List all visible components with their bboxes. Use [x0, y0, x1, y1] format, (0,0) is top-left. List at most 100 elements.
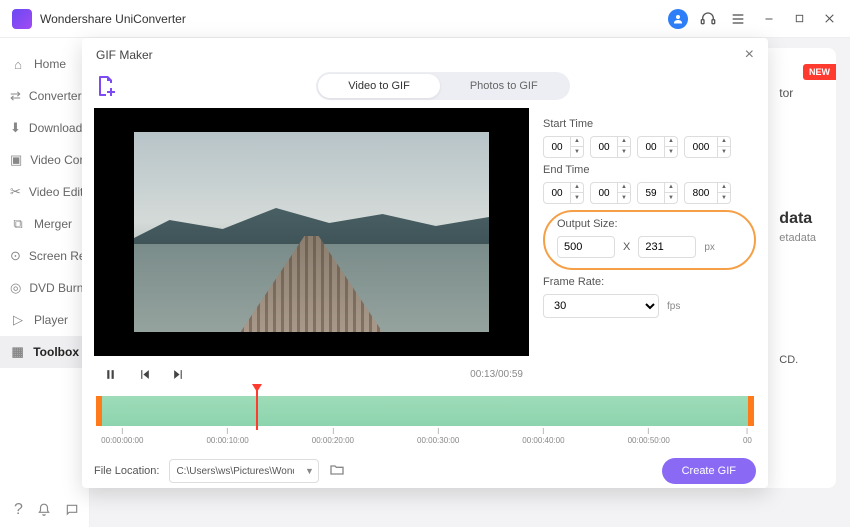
sidebar-item-toolbox[interactable]: ▦Toolbox — [0, 336, 89, 368]
bg-fragment: tor — [779, 86, 816, 100]
sidebar-item-dvd[interactable]: ◎DVD Burner — [0, 272, 89, 304]
step-down[interactable]: ▼ — [618, 193, 630, 204]
end-seconds-input[interactable] — [638, 188, 664, 199]
end-hours[interactable]: ▲▼ — [543, 182, 584, 204]
pause-button[interactable] — [100, 364, 120, 384]
sidebar: ⌂Home ⇄ Converter ⬇ Downloader ▣Video Comp… — [0, 38, 90, 527]
sidebar-item-player[interactable]: ▷ Player — [0, 304, 89, 336]
end-seconds[interactable]: ▲▼ — [637, 182, 678, 204]
ruler-tick: 00:00:30:00 — [417, 428, 459, 445]
maximize-button[interactable] — [790, 10, 808, 28]
step-down[interactable]: ▼ — [665, 193, 677, 204]
end-minutes-input[interactable] — [591, 188, 617, 199]
minimize-button[interactable] — [760, 10, 778, 28]
download-icon: ⬇ — [10, 120, 21, 136]
step-up[interactable]: ▲ — [571, 136, 583, 147]
step-down[interactable]: ▼ — [718, 193, 730, 204]
trim-handle-right[interactable] — [748, 396, 754, 426]
timeline-track[interactable] — [96, 396, 754, 426]
mode-tabs: Video to GIF Photos to GIF — [316, 72, 569, 100]
prev-frame-button[interactable] — [134, 364, 154, 384]
sidebar-item-label: Converter — [29, 89, 82, 103]
trim-handle-left[interactable] — [96, 396, 102, 426]
create-gif-button[interactable]: Create GIF — [662, 458, 756, 484]
tab-photos-to-gif[interactable]: Photos to GIF — [440, 74, 568, 98]
step-up[interactable]: ▲ — [618, 136, 630, 147]
sidebar-item-editor[interactable]: ✂Video Editor — [0, 176, 89, 208]
modal-footer: File Location: ▼ Create GIF — [94, 458, 756, 484]
close-icon[interactable]: × — [745, 46, 754, 64]
open-folder-icon[interactable] — [329, 462, 347, 480]
sidebar-footer: ? — [0, 501, 89, 519]
end-minutes[interactable]: ▲▼ — [590, 182, 631, 204]
sidebar-item-label: DVD Burner — [29, 281, 89, 295]
playback-time: 00:13/00:59 — [470, 369, 523, 380]
step-down[interactable]: ▼ — [571, 147, 583, 158]
size-separator: X — [623, 241, 630, 253]
tab-video-to-gif[interactable]: Video to GIF — [318, 74, 440, 98]
step-up[interactable]: ▲ — [665, 182, 677, 193]
playhead[interactable] — [256, 388, 258, 430]
start-minutes[interactable]: ▲▼ — [590, 136, 631, 158]
feedback-icon[interactable] — [65, 501, 79, 519]
sidebar-item-label: Player — [34, 313, 68, 327]
start-seconds[interactable]: ▲▼ — [637, 136, 678, 158]
video-preview[interactable] — [94, 108, 529, 356]
start-hours-input[interactable] — [544, 142, 570, 153]
step-up[interactable]: ▲ — [665, 136, 677, 147]
sidebar-item-converter[interactable]: ⇄ Converter — [0, 80, 89, 112]
chevron-down-icon[interactable]: ▼ — [300, 466, 318, 476]
user-avatar[interactable] — [668, 9, 688, 29]
size-unit: px — [704, 242, 715, 253]
sidebar-item-label: Toolbox — [33, 345, 79, 359]
home-icon: ⌂ — [10, 56, 26, 72]
bell-icon[interactable] — [37, 501, 51, 519]
step-down[interactable]: ▼ — [665, 147, 677, 158]
output-width-input[interactable] — [557, 236, 615, 258]
step-up[interactable]: ▲ — [718, 136, 730, 147]
step-up[interactable]: ▲ — [571, 182, 583, 193]
settings-panel: Start Time ▲▼ ▲▼ ▲▼ ▲▼ End Time ▲▼ ▲▼ ▲▼… — [543, 108, 756, 392]
output-size-label: Output Size: — [557, 218, 742, 230]
sidebar-item-compressor[interactable]: ▣Video Compressor — [0, 144, 89, 176]
sidebar-item-downloader[interactable]: ⬇ Downloader — [0, 112, 89, 144]
close-window-button[interactable] — [820, 10, 838, 28]
step-up[interactable]: ▲ — [618, 182, 630, 193]
output-height-input[interactable] — [638, 236, 696, 258]
ruler-tick: 00:00:00:00 — [101, 428, 143, 445]
headset-icon[interactable] — [698, 9, 718, 29]
compress-icon: ▣ — [10, 152, 22, 168]
menu-icon[interactable] — [728, 9, 748, 29]
convert-icon: ⇄ — [10, 88, 21, 104]
start-minutes-input[interactable] — [591, 142, 617, 153]
start-ms-input[interactable] — [685, 142, 717, 153]
start-hours[interactable]: ▲▼ — [543, 136, 584, 158]
file-location-input[interactable] — [170, 466, 300, 477]
step-up[interactable]: ▲ — [718, 182, 730, 193]
merge-icon: ⧉ — [10, 216, 26, 232]
step-down[interactable]: ▼ — [618, 147, 630, 158]
file-location-select[interactable]: ▼ — [169, 459, 319, 483]
framerate-select[interactable]: 30 — [543, 294, 659, 318]
sidebar-item-recorder[interactable]: ⊙Screen Recorder — [0, 240, 89, 272]
help-icon[interactable]: ? — [14, 501, 23, 519]
sidebar-item-label: Video Editor — [29, 185, 89, 199]
add-file-icon[interactable] — [94, 74, 118, 98]
next-frame-button[interactable] — [168, 364, 188, 384]
ruler-tick: 00:00:20:00 — [312, 428, 354, 445]
sidebar-item-merger[interactable]: ⧉Merger — [0, 208, 89, 240]
sidebar-item-home[interactable]: ⌂Home — [0, 48, 89, 80]
record-icon: ⊙ — [10, 248, 21, 264]
start-ms[interactable]: ▲▼ — [684, 136, 731, 158]
bg-sub: etadata — [779, 232, 816, 244]
end-ms-input[interactable] — [685, 188, 717, 199]
end-time-label: End Time — [543, 164, 756, 176]
end-hours-input[interactable] — [544, 188, 570, 199]
sidebar-item-label: Downloader — [29, 121, 89, 135]
step-down[interactable]: ▼ — [718, 147, 730, 158]
play-icon: ▷ — [10, 312, 26, 328]
start-seconds-input[interactable] — [638, 142, 664, 153]
new-badge: NEW — [803, 64, 836, 80]
end-ms[interactable]: ▲▼ — [684, 182, 731, 204]
step-down[interactable]: ▼ — [571, 193, 583, 204]
